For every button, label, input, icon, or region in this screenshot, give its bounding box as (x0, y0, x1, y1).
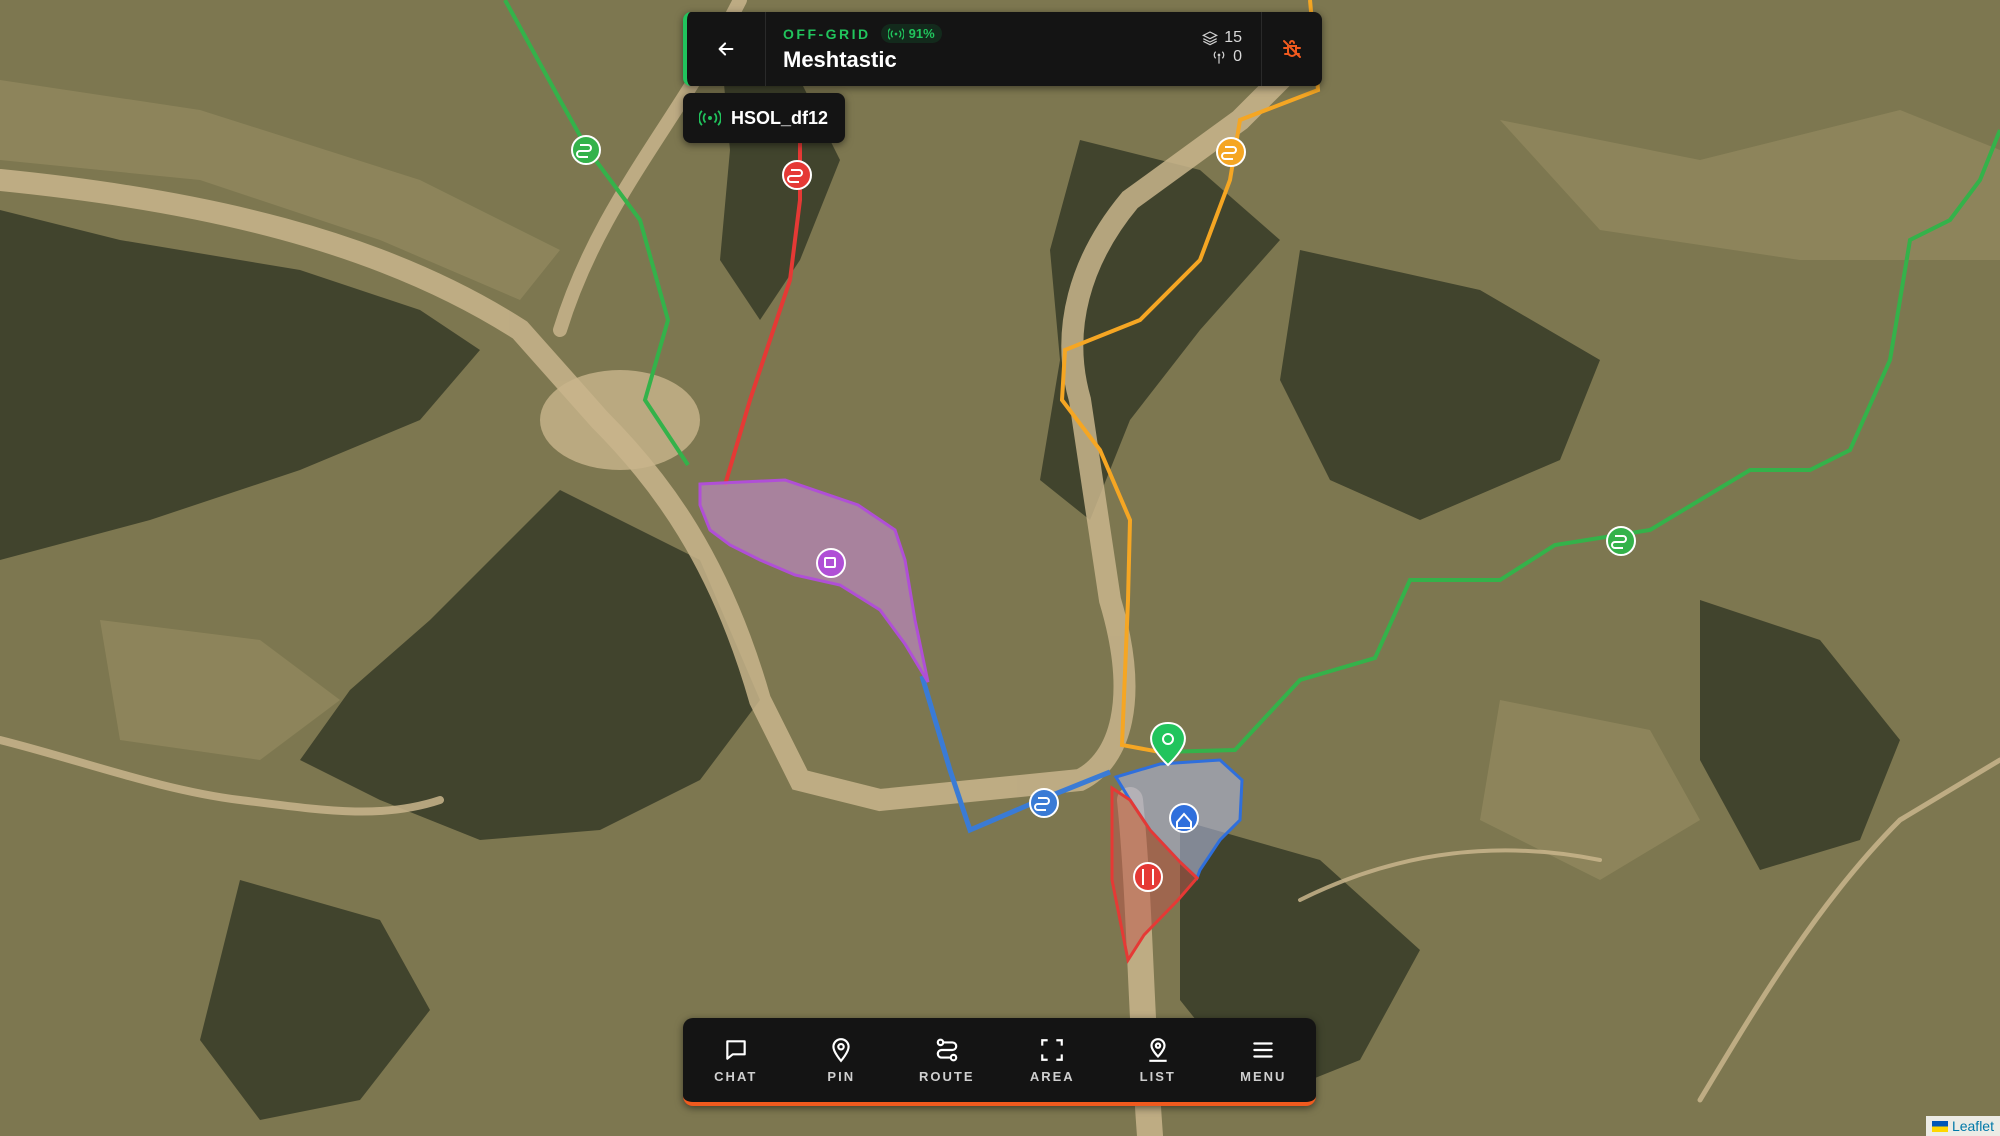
list-user-icon (1149, 1037, 1167, 1062)
pin-icon (832, 1037, 850, 1062)
route-marker-green-east (1606, 526, 1636, 556)
area-label: AREA (1029, 1068, 1075, 1084)
ukraine-flag-icon (1931, 1120, 1948, 1132)
nodes-count-row: 0 (1202, 47, 1242, 66)
route-label: ROUTE (919, 1068, 975, 1084)
menu-button[interactable]: MENU (1211, 1018, 1317, 1102)
signal-value: 91% (908, 26, 935, 41)
area-icon (1041, 1038, 1064, 1061)
counts: 15 0 (1202, 28, 1242, 66)
menu-icon (1253, 1041, 1273, 1058)
list-button[interactable]: LIST (1105, 1018, 1211, 1102)
chat-label: CHAT (714, 1068, 758, 1084)
title-area: OFF-GRID 91% Meshtastic (783, 24, 942, 73)
alert-button[interactable] (1261, 12, 1322, 86)
route-marker-blue (1029, 788, 1059, 818)
menu-label: MENU (1240, 1068, 1287, 1084)
chat-button[interactable]: CHAT (683, 1018, 789, 1102)
area-button[interactable]: AREA (1000, 1018, 1106, 1102)
area-marker-purple (816, 548, 846, 578)
mode-label: OFF-GRID (783, 25, 871, 42)
satellite-map[interactable] (0, 0, 2000, 1136)
nodes-count: 0 (1233, 47, 1242, 65)
bottom-toolbar: CHAT PIN ROUTE AREA LIST MENU (683, 1018, 1316, 1106)
node-name: HSOL_df12 (731, 107, 829, 128)
bug-alert-icon (1283, 40, 1301, 58)
attribution-text: Leaflet (1951, 1118, 1994, 1134)
chat-icon (726, 1039, 746, 1060)
app-title: Meshtastic (783, 47, 897, 72)
area-marker-home (1169, 803, 1199, 833)
signal-badge: 91% (880, 24, 942, 43)
pin-label: PIN (827, 1068, 856, 1084)
route-button[interactable]: ROUTE (894, 1018, 1000, 1102)
route-icon (936, 1038, 958, 1061)
antenna-icon (1213, 50, 1225, 64)
route-marker-red (782, 160, 812, 190)
route-marker-green-west (571, 135, 601, 165)
layers-count: 15 (1224, 28, 1242, 46)
radio-signal-icon (699, 110, 721, 126)
arrow-left-icon (718, 42, 734, 56)
back-button[interactable] (687, 12, 766, 86)
node-badge[interactable]: HSOL_df12 (683, 93, 845, 143)
pin-button[interactable]: PIN (789, 1018, 895, 1102)
signal-icon (887, 27, 904, 40)
list-label: LIST (1139, 1068, 1176, 1084)
layers-count-row: 15 (1202, 28, 1242, 47)
route-marker-orange (1216, 137, 1246, 167)
layers-icon (1202, 30, 1219, 45)
map-attribution[interactable]: Leaflet (1925, 1116, 2000, 1136)
header-bar: OFF-GRID 91% Meshtastic 15 0 (683, 12, 1322, 86)
area-marker-food (1133, 862, 1163, 892)
